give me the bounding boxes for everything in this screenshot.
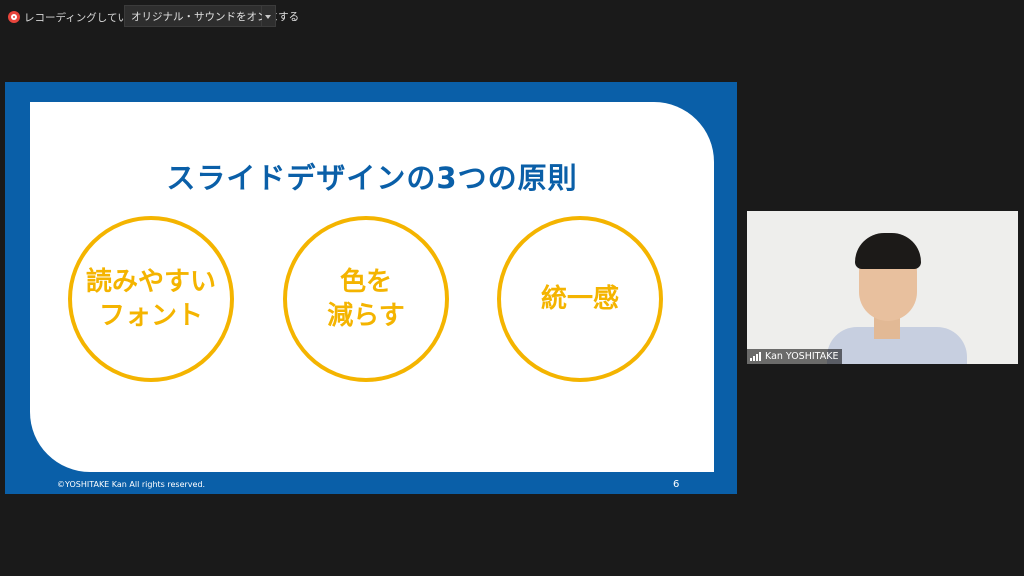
principle-circle-fonts: 読みやすい フォント: [68, 216, 234, 382]
recording-icon: [8, 11, 20, 23]
principle-label: 色を 減らす: [327, 267, 405, 331]
slide-title: スライドデザインの3つの原則: [166, 161, 578, 195]
signal-bars-icon: [750, 352, 761, 361]
participant-name: Kan YOSHITAKE: [765, 351, 839, 362]
participant-video[interactable]: Kan YOSHITAKE: [747, 211, 1018, 364]
principle-circle-unity: 統一感: [497, 216, 663, 382]
participant-hair: [855, 233, 921, 269]
slide-panel: スライドデザインの3つの原則 読みやすい フォント 色を 減らす 統一感: [30, 102, 714, 472]
principle-circle-colors: 色を 減らす: [283, 216, 449, 382]
chevron-down-icon[interactable]: [262, 5, 276, 27]
participant-name-tag: Kan YOSHITAKE: [747, 349, 843, 364]
principle-label: 読みやすい フォント: [85, 267, 216, 331]
slide-page-number: 6: [673, 479, 680, 490]
shared-slide: スライドデザインの3つの原則 読みやすい フォント 色を 減らす 統一感 ©YO…: [5, 82, 737, 494]
principle-label: 統一感: [540, 284, 619, 314]
slide-copyright: ©YOSHITAKE Kan All rights reserved.: [57, 480, 206, 489]
original-sound-button[interactable]: オリジナル・サウンドをオンにする: [124, 5, 299, 27]
